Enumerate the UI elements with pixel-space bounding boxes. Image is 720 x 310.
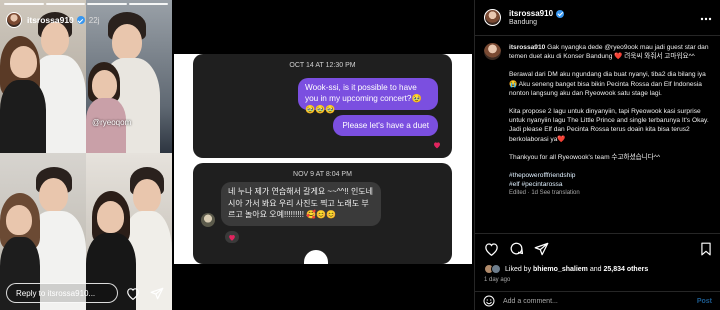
- sender-avatar: [201, 213, 215, 227]
- comment-icon[interactable]: [508, 241, 524, 257]
- caption-meta: Edited · 1d See translation: [509, 190, 580, 197]
- chat-card-oct: OCT 14 AT 12:30 PM Wook-ssi, is it possi…: [193, 54, 452, 158]
- post-sidebar: itsrossa910 Bandung itsrossa910 Gak nyan…: [474, 0, 720, 310]
- chat-date: OCT 14 AT 12:30 PM: [289, 62, 356, 69]
- verified-badge-icon: [556, 9, 565, 18]
- story-photo-caption: @ryeoqom: [92, 118, 132, 127]
- chat-screenshot: OCT 14 AT 12:30 PM Wook-ssi, is it possi…: [174, 54, 472, 264]
- avatar[interactable]: [484, 43, 501, 60]
- hashtag[interactable]: #elf #pecintarossa: [509, 181, 563, 188]
- post-timestamp[interactable]: 1 day ago: [484, 277, 510, 283]
- chat-card-nov: NOV 9 AT 8:04 PM 네 누나 제가 연습해서 갈게요 ~~^^!!…: [193, 163, 452, 264]
- bookmark-icon[interactable]: [698, 241, 714, 257]
- story-timestamp: 22j: [88, 15, 100, 25]
- incoming-message: 네 누나 제가 연습해서 갈게요 ~~^^!! 인도네시아 가서 봐요 우리 사…: [221, 182, 381, 226]
- share-icon[interactable]: [533, 241, 549, 257]
- outgoing-message: Wook-ssi, is it possible to have you in …: [298, 78, 438, 114]
- caption-paragraph: Thankyou for all Ryeowook's team 수고하셨습니다…: [509, 153, 661, 161]
- comment-bar: Add a comment... Post: [475, 291, 720, 310]
- emoji-icon[interactable]: [483, 295, 495, 307]
- likes-prefix: Liked by: [505, 265, 534, 273]
- outgoing-message: Please let's have a duet: [333, 115, 438, 136]
- post-header: itsrossa910 Bandung: [475, 0, 720, 36]
- avatar[interactable]: [6, 12, 22, 28]
- heart-reaction-icon: [225, 231, 239, 243]
- story-viewer: itsrossa910 22j @ryeoqom Reply to itsros…: [0, 0, 172, 310]
- post-actions: [475, 233, 720, 263]
- caption-paragraph: Berawal dari DM aku ngundang dia buat ny…: [509, 71, 706, 97]
- likes-count[interactable]: 25,834 others: [603, 266, 648, 273]
- chat-date: NOV 9 AT 8:04 PM: [293, 171, 352, 178]
- hashtag[interactable]: #thepowerofffriendship: [509, 172, 575, 179]
- story-reply-input[interactable]: Reply to itsrossa910...: [6, 283, 118, 303]
- comment-input[interactable]: Add a comment...: [503, 298, 697, 305]
- caption-paragraph: Kita propose 2 lagu untuk dinyanyiin, ta…: [509, 108, 709, 143]
- heart-icon[interactable]: [124, 284, 142, 302]
- post-caption: itsrossa910 Gak nyangka dede @ryeo9ook m…: [484, 43, 714, 199]
- story-progress-bars: [4, 3, 168, 5]
- post-username[interactable]: itsrossa910: [509, 9, 553, 18]
- verified-badge-icon: [76, 16, 85, 24]
- heart-reaction-icon: [434, 142, 440, 149]
- liker-username[interactable]: bhiemo_shaliem: [533, 266, 588, 273]
- more-options-icon[interactable]: [700, 13, 712, 24]
- story-username[interactable]: itsrossa910: [27, 15, 74, 25]
- send-icon[interactable]: [148, 284, 166, 302]
- liker-avatar: [491, 264, 501, 274]
- post-comment-button[interactable]: Post: [697, 298, 712, 305]
- story-header: itsrossa910 22j: [6, 9, 166, 31]
- caption-username[interactable]: itsrossa910: [509, 44, 545, 51]
- post-location[interactable]: Bandung: [509, 19, 564, 26]
- story-reply-bar: Reply to itsrossa910...: [6, 282, 166, 304]
- likes-summary: Liked by bhiemo_shaliem and 25,834 other…: [484, 264, 648, 274]
- avatar[interactable]: [484, 9, 501, 26]
- likes-and: and: [587, 265, 604, 273]
- like-heart-icon[interactable]: [483, 241, 499, 257]
